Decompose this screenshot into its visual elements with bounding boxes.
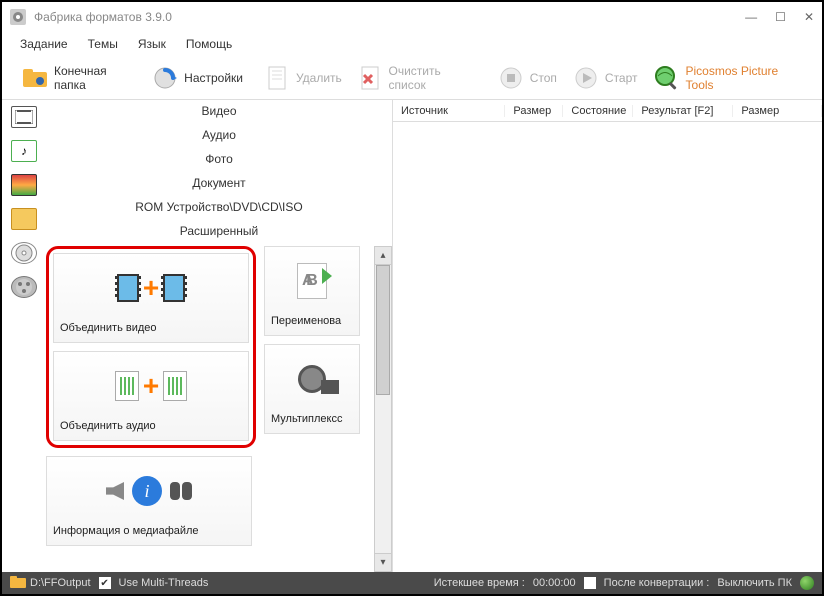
highlighted-merge-group: + Объединить видео + [46,246,256,448]
menu-themes[interactable]: Темы [88,37,118,51]
info-icon: i [132,476,162,506]
tiles-scrollbar[interactable]: ▴ ▾ [374,246,392,572]
file-list-pane: Источник Размер Состояние Результат [F2]… [392,100,822,572]
start-button[interactable]: Старт [567,63,644,93]
sidebar-audio-icon[interactable]: ♪ [11,140,37,162]
sidebar-disc-icon[interactable] [11,242,37,264]
column-source[interactable]: Источник [393,105,505,117]
scroll-thumb[interactable] [376,265,390,395]
rename-tile[interactable]: BA Переименова [264,246,360,336]
status-bar: D:\FFOutput ✔ Use Multi-Threads Истекшее… [2,572,822,594]
category-document[interactable]: Документ [192,176,245,190]
after-convert-label: После конвертации : [604,577,710,589]
settings-button[interactable]: Настройки [146,63,249,93]
menu-help[interactable]: Помощь [186,37,232,51]
file-list[interactable] [393,122,822,572]
tiles-area: + Объединить видео + [46,246,370,572]
picosmos-icon [654,65,680,91]
media-info-tile[interactable]: i Информация о медиафайле [46,456,252,546]
binoculars-icon [170,482,192,500]
audio-file-icon [115,371,139,401]
menu-task[interactable]: Задание [20,37,68,51]
merge-audio-tile[interactable]: + Объединить аудио [53,351,249,441]
after-convert-value: Выключить ПК [717,577,792,589]
category-video[interactable]: Видео [201,104,236,118]
menu-language[interactable]: Язык [138,37,166,51]
picosmos-button[interactable]: Picosmos Picture Tools [648,62,808,94]
sidebar-document-icon[interactable] [11,208,37,230]
maximize-button[interactable]: ☐ [775,10,786,24]
stop-button[interactable]: Стоп [492,63,563,93]
multithreads-label: Use Multi-Threads [119,577,209,589]
column-size[interactable]: Размер [505,105,563,117]
window-title: Фабрика форматов 3.9.0 [34,10,745,24]
delete-icon [264,65,290,91]
sidebar-video-icon[interactable] [11,106,37,128]
app-icon [10,9,26,25]
menu-bar: Задание Темы Язык Помощь [2,32,822,56]
category-advanced[interactable]: Расширенный [180,224,259,238]
folder-icon [22,65,48,91]
category-photo[interactable]: Фото [205,152,233,166]
mux-icon [298,365,326,393]
center-column: Видео Аудио Фото Документ ROM Устройство… [46,100,392,572]
scroll-up-button[interactable]: ▴ [375,247,391,265]
delete-button[interactable]: Удалить [258,63,348,93]
toolbar: Конечная папка Настройки Удалить Очистит… [2,56,822,100]
column-state[interactable]: Состояние [563,105,633,117]
scroll-track[interactable] [375,265,391,553]
category-list: Видео Аудио Фото Документ ROM Устройство… [46,100,392,246]
scroll-down-button[interactable]: ▾ [375,553,391,571]
column-headers: Источник Размер Состояние Результат [F2]… [393,100,822,122]
sidebar: ♪ [2,100,46,572]
merge-video-tile[interactable]: + Объединить видео [53,253,249,343]
column-size2[interactable]: Размер [733,105,822,117]
output-folder-button[interactable]: Конечная папка [16,62,142,94]
multithreads-checkbox[interactable]: ✔ [99,577,111,589]
category-rom[interactable]: ROM Устройство\DVD\CD\ISO [135,200,302,214]
gear-icon [152,65,178,91]
rename-icon: BA [297,263,327,299]
column-result[interactable]: Результат [F2] [633,105,733,117]
mux-tile[interactable]: Мультиплексс [264,344,360,434]
stop-icon [498,65,524,91]
elapsed-label: Истекшее время : [434,577,525,589]
status-indicator-icon [800,576,814,590]
audio-file-icon [163,371,187,401]
plus-icon: + [143,272,159,304]
film-icon [163,274,185,302]
plus-icon: + [143,370,159,402]
sidebar-advanced-icon[interactable] [11,276,37,298]
status-folder-icon[interactable] [10,576,26,591]
film-icon [117,274,139,302]
close-button[interactable]: ✕ [804,10,814,24]
start-icon [573,65,599,91]
category-audio[interactable]: Аудио [202,128,236,142]
minimize-button[interactable]: — [745,10,757,24]
clear-icon [358,65,383,91]
after-convert-checkbox[interactable] [584,577,596,589]
elapsed-value: 00:00:00 [533,577,576,589]
status-path[interactable]: D:\FFOutput [30,577,91,589]
speaker-icon [106,482,124,500]
title-bar: Фабрика форматов 3.9.0 — ☐ ✕ [2,2,822,32]
sidebar-photo-icon[interactable] [11,174,37,196]
clear-list-button[interactable]: Очистить список [352,62,483,94]
